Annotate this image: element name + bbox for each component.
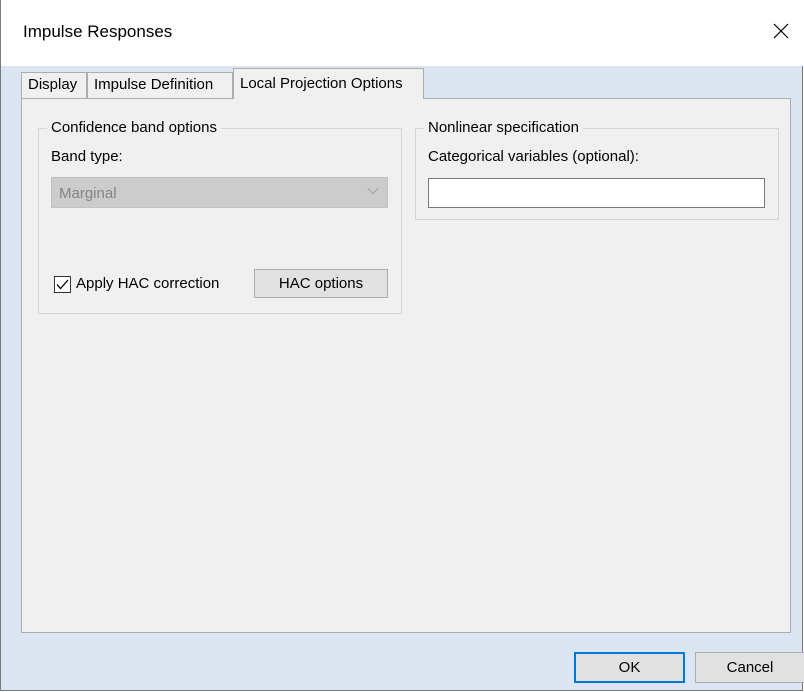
button-label: OK [618,659,641,676]
nonlinear-specification-group: Nonlinear specification Categorical vari… [415,119,779,220]
tab-label: Local Projection Options [240,75,403,92]
button-label: Cancel [726,659,774,676]
hac-checkbox-label[interactable]: Apply HAC correction [76,275,219,292]
tab-label: Display [28,76,78,93]
band-type-select[interactable]: Marginal [51,177,388,208]
tab-local-projection-options[interactable]: Local Projection Options [233,68,424,99]
tab-panel: Confidence band options Band type: Margi… [21,98,791,633]
tab-label: Impulse Definition [94,76,214,93]
hac-options-button[interactable]: HAC options [254,269,388,298]
group-legend: Nonlinear specification [424,119,583,136]
title-bar: Impulse Responses [1,0,804,66]
checkmark-icon [56,279,69,290]
confidence-band-group: Confidence band options Band type: Margi… [38,119,402,314]
ok-button[interactable]: OK [574,652,685,683]
button-label: HAC options [278,275,364,292]
categorical-variables-input[interactable] [428,178,765,208]
close-icon [773,23,789,39]
tab-display[interactable]: Display [21,72,87,98]
close-button[interactable] [764,14,798,48]
hac-checkbox[interactable] [54,276,71,293]
dialog-window: Impulse Responses Display Impulse Defini… [0,0,804,691]
band-type-label: Band type: [51,148,123,165]
chevron-down-icon [367,188,379,195]
cancel-button[interactable]: Cancel [695,652,804,683]
dialog-title: Impulse Responses [23,22,173,41]
band-type-value: Marginal [59,185,117,202]
tab-impulse-definition[interactable]: Impulse Definition [87,72,233,98]
categorical-variables-label: Categorical variables (optional): [428,148,639,165]
group-legend: Confidence band options [47,119,221,136]
